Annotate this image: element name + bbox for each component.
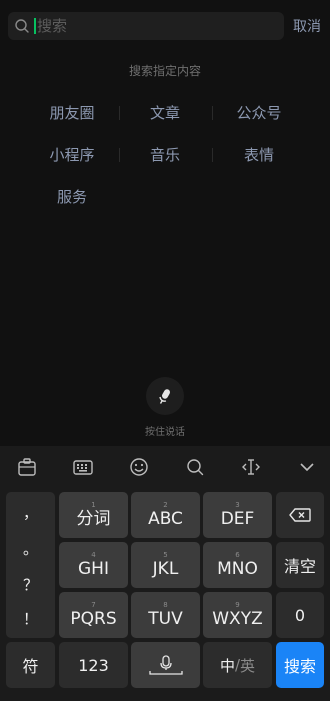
punct-question[interactable]: ？ — [6, 574, 55, 595]
search-bar[interactable] — [8, 12, 284, 40]
keyboard-toolbar — [0, 446, 330, 486]
key-4[interactable]: 4 GHI — [59, 542, 128, 588]
filter-stickers[interactable]: 表情 — [204, 144, 314, 165]
keyboard: ， 。 ？ ！ 1 分词 2 ABC 3 DEF 4 GHI 5 JKL 6 M… — [0, 446, 330, 701]
key-9[interactable]: 9 WXYZ — [203, 592, 272, 638]
cancel-button[interactable]: 取消 — [293, 16, 321, 36]
backspace-button[interactable] — [276, 492, 324, 538]
key-3[interactable]: 3 DEF — [203, 492, 272, 538]
space-voice-key[interactable] — [131, 642, 200, 688]
clipboard-icon[interactable] — [16, 456, 38, 478]
number-key[interactable]: 123 — [59, 642, 128, 688]
key-5[interactable]: 5 JKL — [131, 542, 200, 588]
search-icon[interactable] — [184, 456, 206, 478]
microphone-icon — [159, 389, 170, 404]
punct-period[interactable]: 。 — [6, 538, 55, 559]
cursor-move-icon[interactable] — [240, 456, 262, 478]
key-0[interactable]: 0 — [276, 592, 324, 638]
symbol-key[interactable]: 符 — [6, 642, 55, 688]
clear-button[interactable]: 清空 — [276, 542, 324, 588]
key-2[interactable]: 2 ABC — [131, 492, 200, 538]
key-8[interactable]: 8 TUV — [131, 592, 200, 638]
punct-exclamation[interactable]: ！ — [6, 608, 55, 629]
search-page: 取消 搜索指定内容 朋友圈 文章 公众号 小程序 音乐 表情 服务 按住说话 — [0, 0, 330, 701]
collapse-keyboard-icon[interactable] — [296, 456, 318, 478]
search-input[interactable] — [37, 14, 284, 38]
key-1[interactable]: 1 分词 — [59, 492, 128, 538]
microphone-icon — [148, 655, 183, 675]
key-6[interactable]: 6 MNO — [203, 542, 272, 588]
search-submit-key[interactable]: 搜索 — [276, 642, 324, 688]
key-7[interactable]: 7 PQRS — [59, 592, 128, 638]
search-icon — [15, 19, 29, 33]
language-toggle-key[interactable]: 中 / 英 — [203, 642, 272, 688]
emoji-icon[interactable] — [128, 456, 150, 478]
keyboard-icon[interactable] — [72, 456, 94, 478]
punct-comma[interactable]: ， — [6, 502, 55, 523]
voice-input-button[interactable] — [146, 377, 184, 415]
voice-hint: 按住说话 — [145, 427, 185, 438]
punctuation-column[interactable]: ， 。 ？ ！ — [6, 492, 55, 638]
filter-official-accounts[interactable]: 公众号 — [204, 102, 314, 123]
filter-services[interactable]: 服务 — [17, 186, 127, 207]
backspace-icon — [289, 508, 311, 522]
section-title: 搜索指定内容 — [128, 64, 201, 78]
text-caret — [34, 18, 36, 34]
